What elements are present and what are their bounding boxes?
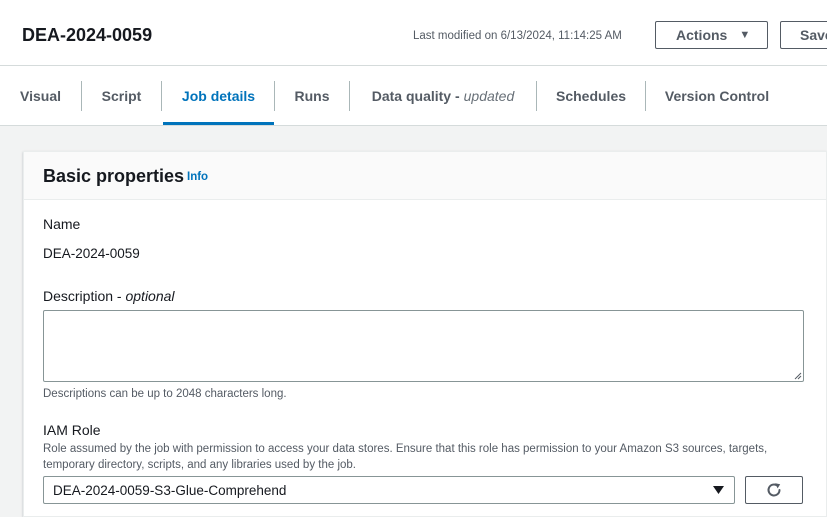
panel-title: Basic properties — [43, 166, 185, 186]
tab-updated-suffix: updated — [463, 87, 515, 104]
tab-job-details[interactable]: Job details — [163, 66, 274, 125]
tab-runs[interactable]: Runs — [275, 66, 349, 125]
info-link[interactable]: Info — [187, 171, 208, 183]
panel-header: Basic properties Info — [24, 152, 826, 200]
tab-script[interactable]: Script — [82, 66, 161, 125]
tab-label: Visual — [20, 87, 61, 104]
tab-label: Version Control — [664, 87, 770, 104]
iam-role-label: IAM Role — [43, 422, 101, 438]
tab-data-quality[interactable]: Data quality - updated — [350, 66, 536, 125]
refresh-icon — [767, 483, 781, 497]
description-label: Description - optional — [43, 288, 175, 304]
iam-role-value: DEA-2024-0059-S3-Glue-Comprehend — [53, 482, 287, 498]
iam-role-hint: Role assumed by the job with permission … — [43, 443, 768, 471]
description-label-text: Description - — [43, 288, 122, 304]
save-button-label: Save — [800, 27, 827, 43]
resize-grip-icon[interactable] — [794, 372, 802, 380]
name-label: Name — [43, 216, 81, 232]
description-hint: Descriptions can be up to 2048 character… — [43, 388, 287, 400]
tab-bar: Visual Script Job details Runs Data qual… — [0, 66, 827, 126]
tab-visual[interactable]: Visual — [0, 66, 81, 125]
tab-label: Job details — [181, 87, 256, 104]
refresh-button[interactable] — [745, 476, 803, 504]
tab-divider — [161, 81, 162, 111]
tab-label: Schedules — [555, 87, 627, 104]
actions-button-label: Actions — [676, 27, 728, 43]
tab-label: Runs — [294, 87, 330, 104]
page-header: DEA-2024-0059 Last modified on 6/13/2024… — [0, 0, 827, 66]
basic-properties-panel: Basic properties Info Name DEA-2024-0059… — [23, 151, 827, 517]
tab-schedules[interactable]: Schedules — [537, 66, 645, 125]
tab-label: Data quality - — [371, 87, 460, 104]
page-title: DEA-2024-0059 — [22, 25, 153, 45]
description-textarea[interactable] — [43, 310, 804, 382]
save-button[interactable]: Save — [780, 21, 827, 49]
last-modified-text: Last modified on 6/13/2024, 11:14:25 AM — [413, 30, 622, 42]
caret-down-icon: ▼ — [739, 29, 751, 41]
description-optional-text: optional — [125, 288, 175, 304]
tab-label: Script — [101, 87, 142, 104]
actions-button[interactable]: Actions ▼ — [655, 21, 768, 49]
iam-role-select[interactable]: DEA-2024-0059-S3-Glue-Comprehend — [43, 476, 735, 504]
caret-down-icon — [713, 486, 724, 494]
tab-version-control[interactable]: Version Control — [646, 66, 788, 125]
name-value: DEA-2024-0059 — [43, 246, 140, 261]
